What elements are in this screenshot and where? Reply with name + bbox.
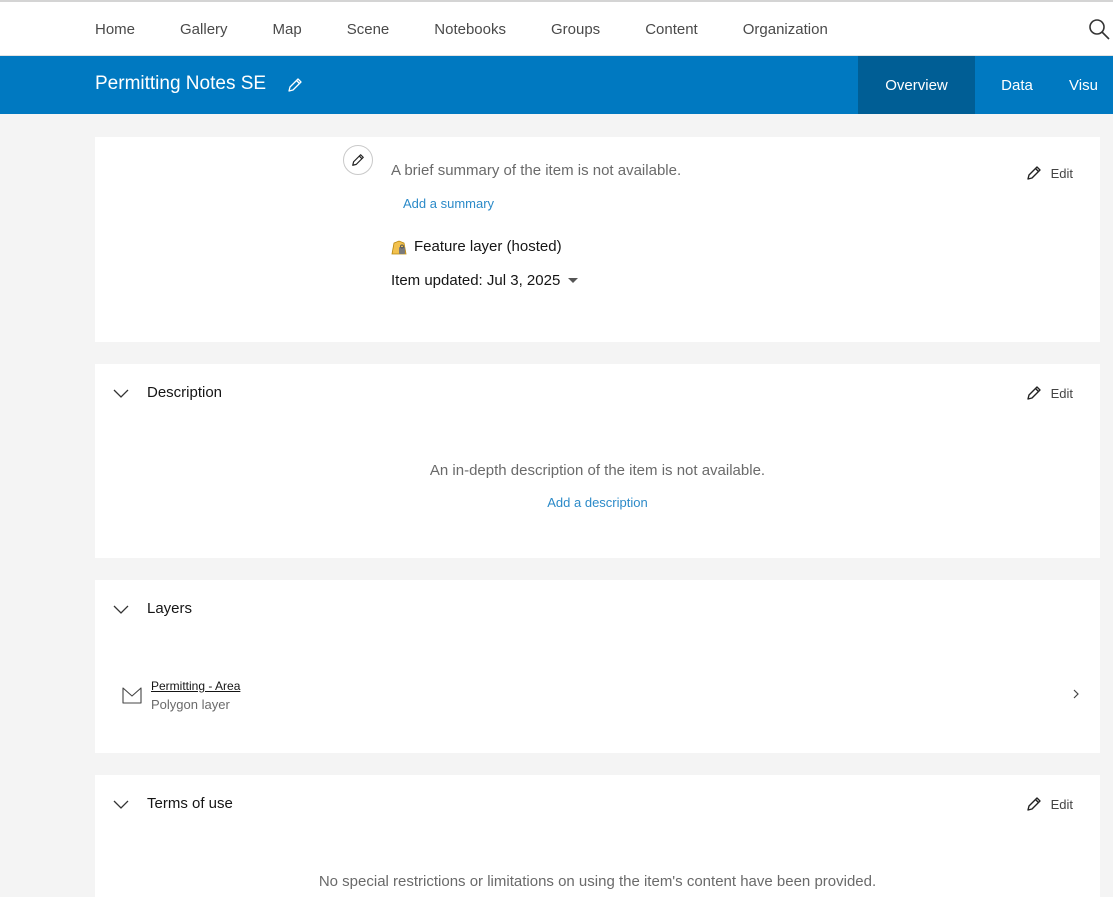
terms-text: No special restrictions or limitations o… (318, 873, 877, 890)
pencil-icon (1026, 797, 1041, 811)
tab-overview[interactable]: Overview (858, 56, 975, 114)
layers-toggle[interactable]: Layers (113, 600, 192, 617)
description-heading: Description (147, 384, 223, 401)
layers-heading: Layers (147, 600, 193, 617)
tab-visualization[interactable]: Visu (1059, 56, 1113, 114)
terms-toggle[interactable]: Terms of use (113, 795, 233, 812)
item-type: Feature layer (hosted) (391, 238, 562, 255)
item-updated-label: Item updated: Jul 3, 2025 (391, 272, 561, 289)
nav-gallery[interactable]: Gallery (180, 21, 228, 38)
edit-label: Edit (1050, 385, 1073, 401)
nav-menu: Home Gallery Map Scene Notebooks Groups … (95, 2, 873, 56)
summary-edit-button[interactable]: Edit (1026, 165, 1073, 181)
top-navigation: Home Gallery Map Scene Notebooks Groups … (0, 0, 1113, 56)
item-header-bar: Permitting Notes SE Overview Data Visu (0, 56, 1113, 114)
pencil-icon (1026, 386, 1041, 400)
summary-card: A brief summary of the item is not avail… (95, 137, 1100, 342)
nav-groups[interactable]: Groups (551, 21, 600, 38)
description-toggle[interactable]: Description (113, 384, 222, 401)
chevron-right-icon[interactable] (1070, 687, 1082, 701)
tab-data[interactable]: Data (975, 56, 1059, 114)
pencil-icon (1026, 166, 1041, 180)
chevron-down-icon (113, 389, 129, 398)
edit-label: Edit (1050, 165, 1073, 181)
chevron-down-icon (113, 800, 129, 809)
caret-down-icon (568, 278, 579, 283)
layer-type: Polygon layer (151, 697, 230, 712)
edit-label: Edit (1050, 796, 1073, 812)
feature-layer-icon (391, 240, 407, 254)
polygon-icon (122, 687, 142, 704)
layers-card: Layers Permitting - Area Polygon layer (95, 580, 1100, 753)
pencil-icon[interactable] (287, 77, 303, 93)
terms-card: Terms of use Edit No special restriction… (95, 775, 1100, 897)
nav-content[interactable]: Content (645, 21, 698, 38)
item-tabs: Overview Data Visu (858, 56, 1113, 114)
nav-scene[interactable]: Scene (347, 21, 390, 38)
description-text: An in-depth description of the item is n… (429, 462, 766, 479)
nav-notebooks[interactable]: Notebooks (434, 21, 506, 38)
nav-home[interactable]: Home (95, 21, 135, 38)
nav-organization[interactable]: Organization (743, 21, 828, 38)
description-card: Description Edit An in-depth description… (95, 364, 1100, 558)
chevron-down-icon (113, 605, 129, 614)
add-summary-link[interactable]: Add a summary (403, 196, 494, 211)
description-edit-button[interactable]: Edit (1026, 385, 1073, 401)
nav-map[interactable]: Map (273, 21, 302, 38)
layer-name-link[interactable]: Permitting - Area (151, 679, 240, 693)
item-title: Permitting Notes SE (95, 73, 267, 94)
layer-list-item[interactable]: Permitting - Area Polygon layer (122, 678, 1082, 714)
item-updated-dropdown[interactable]: Item updated: Jul 3, 2025 (391, 272, 579, 289)
search-icon[interactable] (1088, 18, 1110, 40)
thumbnail-edit-button[interactable] (343, 145, 373, 175)
item-type-label: Feature layer (hosted) (414, 238, 562, 255)
pencil-icon (352, 154, 364, 166)
terms-edit-button[interactable]: Edit (1026, 796, 1073, 812)
terms-heading: Terms of use (147, 795, 233, 812)
add-description-link[interactable]: Add a description (95, 495, 1100, 510)
summary-text: A brief summary of the item is not avail… (391, 162, 682, 179)
